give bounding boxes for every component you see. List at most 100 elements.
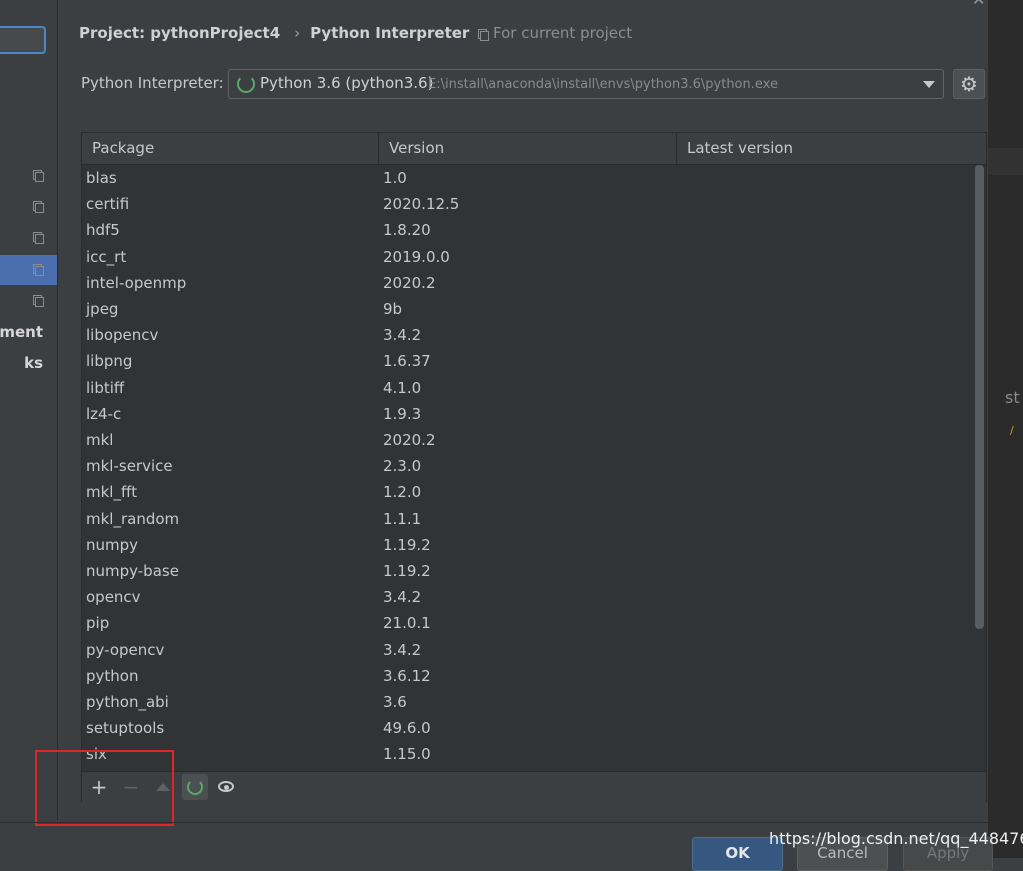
tree-item-python-interpreter[interactable] <box>0 255 57 285</box>
loading-spinner-icon <box>237 75 255 93</box>
package-version-cell: 2020.2 <box>383 273 436 292</box>
breadcrumb-page: Python Interpreter <box>310 24 470 42</box>
table-row[interactable]: pip 21.0.1 <box>82 610 972 636</box>
package-version-cell: 1.2.0 <box>383 483 422 502</box>
package-version-cell: 3.6.12 <box>383 666 431 685</box>
package-version-cell: 1.1.1 <box>383 509 422 528</box>
table-row[interactable]: numpy 1.19.2 <box>82 532 972 558</box>
tree-item-deployment[interactable]: yment <box>0 323 43 341</box>
show-early-releases-button[interactable] <box>214 774 240 800</box>
reload-list-button[interactable] <box>182 774 208 800</box>
background-text: st <box>1005 388 1020 407</box>
table-row[interactable]: mkl-service 2.3.0 <box>82 453 972 479</box>
interpreter-path: E:\install\anaconda\install\envs\python3… <box>428 77 778 92</box>
tree-item-3[interactable] <box>0 223 57 253</box>
package-version-cell: 21.0.1 <box>383 614 431 633</box>
settings-search-input[interactable] <box>0 26 46 54</box>
package-toolbar: + − <box>82 771 986 803</box>
package-version-cell: 1.19.2 <box>383 562 431 580</box>
package-version-cell: 4.1.0 <box>383 378 422 397</box>
table-row[interactable]: icc_rt 2019.0.0 <box>82 244 972 270</box>
scope-text: For current project <box>493 24 633 42</box>
package-version-cell: 2.3.0 <box>383 457 422 476</box>
background-bar <box>988 148 1023 175</box>
package-name-cell: numpy <box>86 535 139 554</box>
table-row[interactable]: hdf5 1.8.20 <box>82 217 972 243</box>
watermark-text: https://blog.csdn.net/qq_44847636 <box>769 829 1023 848</box>
package-name-cell: python <box>86 666 139 685</box>
scope-label: For current project <box>478 24 632 42</box>
breadcrumb-separator: › <box>294 24 301 42</box>
column-header-version[interactable]: Version <box>379 133 677 164</box>
package-version-cell: 2019.0.0 <box>383 247 450 266</box>
divider <box>0 822 988 823</box>
package-version-cell: 3.4.2 <box>383 326 422 345</box>
table-row[interactable]: setuptools 49.6.0 <box>82 715 972 741</box>
column-header-latest-version[interactable]: Latest version <box>677 133 974 164</box>
package-version-cell: 1.6.37 <box>383 352 431 371</box>
table-row[interactable]: mkl_random 1.1.1 <box>82 506 972 532</box>
interpreter-label: Python Interpreter: <box>81 74 224 92</box>
table-row[interactable]: libopencv 3.4.2 <box>82 322 972 348</box>
table-row[interactable]: jpeg 9b <box>82 296 972 322</box>
package-table: Package Version Latest version blas 1.0 ce… <box>81 132 987 803</box>
highlight-annotation-box <box>35 750 174 826</box>
package-version-cell: 1.9.3 <box>383 404 422 423</box>
table-row[interactable]: lz4-c 1.9.3 <box>82 401 972 427</box>
tree-item-5[interactable] <box>0 286 57 316</box>
package-name-cell: python_abi <box>86 693 169 711</box>
package-name-cell: pip <box>86 614 110 633</box>
table-row[interactable]: python 3.6.12 <box>82 663 972 689</box>
tree-item-1[interactable] <box>0 161 57 191</box>
package-name-cell: libopencv <box>86 326 159 345</box>
package-name-cell: intel-openmp <box>86 273 187 292</box>
project-scope-icon <box>33 170 44 182</box>
interpreter-name: Python 3.6 (python3.6) <box>260 74 434 92</box>
package-name-cell: opencv <box>86 588 141 607</box>
spinner-icon <box>187 779 203 795</box>
package-version-cell: 2020.12.5 <box>383 195 460 214</box>
table-row[interactable]: py-opencv 3.4.2 <box>82 637 972 663</box>
gear-icon[interactable]: ⚙ <box>953 69 985 99</box>
table-row[interactable]: libtiff 4.1.0 <box>82 375 972 401</box>
package-name-cell: setuptools <box>86 719 165 738</box>
package-version-cell: 2020.2 <box>383 431 436 449</box>
package-version-cell: 3.4.2 <box>383 588 422 607</box>
package-version-cell: 9b <box>383 300 403 318</box>
chevron-down-icon[interactable] <box>923 81 935 88</box>
package-version-cell: 1.8.20 <box>383 221 431 240</box>
breadcrumb: Project: pythonProject4 › Python Interpret… <box>79 24 469 42</box>
table-row[interactable]: mkl_fft 1.2.0 <box>82 479 972 505</box>
project-scope-icon <box>33 295 44 307</box>
tree-item-2[interactable] <box>0 192 57 222</box>
package-version-cell: 1.19.2 <box>383 535 431 554</box>
interpreter-select[interactable]: Python 3.6 (python3.6) E:\install\anacon… <box>228 69 944 99</box>
tree-item-frameworks[interactable]: ks <box>24 354 43 372</box>
column-header-package[interactable]: Package <box>82 133 379 164</box>
table-row[interactable]: opencv 3.4.2 <box>82 584 972 610</box>
package-version-cell: 49.6.0 <box>383 719 431 738</box>
table-header: Package Version Latest version <box>82 133 986 165</box>
project-scope-icon <box>33 232 44 244</box>
table-row[interactable]: intel-openmp 2020.2 <box>82 270 972 296</box>
scrollbar[interactable] <box>975 165 984 629</box>
table-row[interactable]: mkl 2020.2 <box>82 427 972 453</box>
table-row[interactable]: six 1.15.0 <box>82 741 972 767</box>
table-row[interactable]: certifi 2020.12.5 <box>82 191 972 217</box>
project-scope-icon <box>33 201 44 213</box>
table-row[interactable]: numpy-base 1.19.2 <box>82 558 972 584</box>
package-version-cell: 3.4.2 <box>383 640 422 659</box>
table-row[interactable]: python_abi 3.6 <box>82 689 972 715</box>
background-editor-strip <box>988 0 1023 858</box>
package-name-cell: hdf5 <box>86 221 120 240</box>
package-name-cell: jpeg <box>86 300 119 318</box>
background-mark: / <box>1010 424 1014 437</box>
package-name-cell: mkl_random <box>86 509 180 528</box>
eye-pupil <box>224 785 229 790</box>
package-name-cell: certifi <box>86 195 130 214</box>
table-row[interactable]: blas 1.0 <box>82 165 972 191</box>
close-icon[interactable]: ✕ <box>972 0 988 9</box>
table-row[interactable]: libpng 1.6.37 <box>82 348 972 374</box>
project-scope-icon <box>33 264 44 276</box>
package-name-cell: py-opencv <box>86 640 165 659</box>
